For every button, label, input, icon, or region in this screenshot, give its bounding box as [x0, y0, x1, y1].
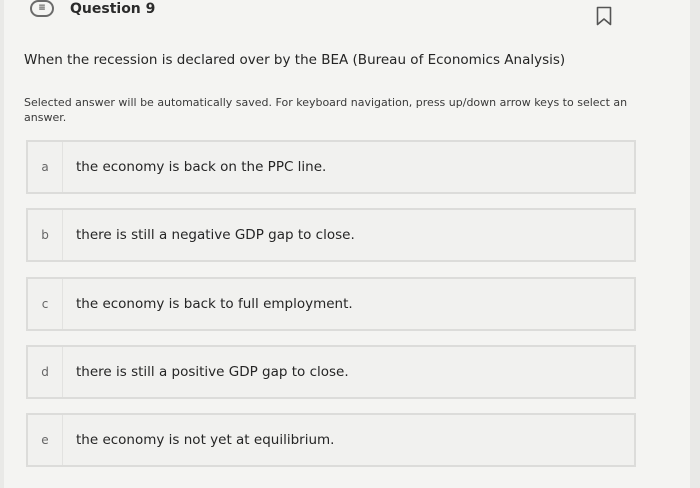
- answer-option-d[interactable]: d there is still a positive GDP gap to c…: [26, 345, 636, 399]
- option-letter-box: e: [28, 415, 63, 465]
- answer-option-c[interactable]: c the economy is back to full employment…: [26, 277, 636, 331]
- option-letter-box: b: [28, 210, 63, 260]
- option-letter: a: [41, 160, 49, 174]
- option-text: the economy is back to full employment.: [76, 296, 353, 312]
- answer-instructions: Selected answer will be automatically sa…: [24, 96, 628, 124]
- question-title: Question 9: [70, 1, 156, 17]
- question-prompt: When the recession is declared over by t…: [24, 52, 566, 68]
- question-list-icon: ≡: [30, 0, 54, 17]
- option-letter-box: c: [28, 279, 63, 329]
- option-letter-box: d: [28, 347, 63, 397]
- option-text: there is still a positive GDP gap to clo…: [76, 364, 349, 380]
- answer-option-a[interactable]: a the economy is back on the PPC line.: [26, 140, 636, 194]
- option-letter-box: a: [28, 142, 63, 192]
- answer-option-e[interactable]: e the economy is not yet at equilibrium.: [26, 413, 636, 467]
- question-header: ≡ Question 9: [4, 0, 690, 26]
- option-letter: c: [41, 297, 49, 311]
- bookmark-flag-icon[interactable]: [596, 6, 612, 26]
- option-letter: b: [41, 228, 49, 242]
- option-letter: d: [41, 365, 49, 379]
- answer-option-b[interactable]: b there is still a negative GDP gap to c…: [26, 208, 636, 262]
- question-page: ≡ Question 9 When the recession is decla…: [4, 0, 690, 488]
- option-text: there is still a negative GDP gap to clo…: [76, 227, 355, 243]
- option-text: the economy is not yet at equilibrium.: [76, 432, 335, 448]
- option-text: the economy is back on the PPC line.: [76, 159, 327, 175]
- option-letter: e: [41, 433, 49, 447]
